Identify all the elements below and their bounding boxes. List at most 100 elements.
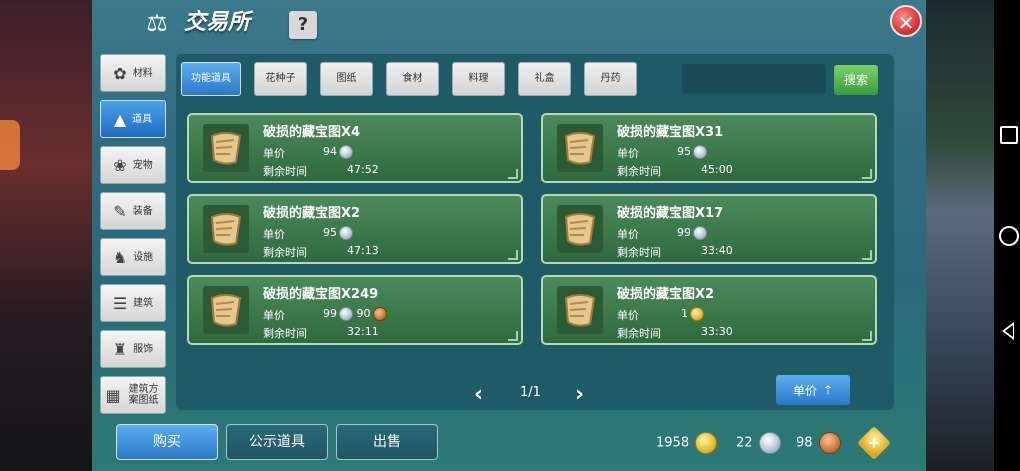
time-label: 剩余时间 [617, 165, 661, 178]
price-label: 单价 [617, 147, 639, 160]
sidebar-item-buildings[interactable]: ☰ 建筑 [100, 284, 166, 322]
blueprint-icon: ▦ [105, 385, 121, 405]
next-page-button[interactable]: › [575, 382, 584, 407]
silver-balance: 22 [736, 432, 781, 454]
expand-corner-icon [508, 331, 518, 341]
time-label: 剩余时间 [617, 327, 661, 340]
item-name: 破损的藏宝图X17 [617, 206, 724, 221]
tool-icon: ▲ [113, 109, 127, 129]
item-name: 破损的藏宝图X2 [617, 287, 715, 302]
sidebar-item-tools[interactable]: ▲ 道具 [100, 100, 166, 138]
price-amount: 90 [356, 307, 371, 320]
price-label: 单价 [617, 228, 639, 241]
price-label: 单价 [263, 228, 285, 241]
listing-card[interactable]: 破损的藏宝图X17 单价 99 剩余时间 33:40 [541, 194, 877, 264]
silver-coin-icon [758, 432, 781, 454]
price-amount: 1 [681, 307, 688, 320]
sidebar-item-label: 设施 [133, 251, 154, 263]
plus-icon: + [867, 433, 881, 452]
tab-ingredients[interactable]: 食材 [386, 62, 439, 96]
sidebar-item-label: 宠物 [132, 159, 153, 171]
item-name: 破损的藏宝图X2 [263, 206, 361, 221]
add-currency-button[interactable]: + [857, 426, 891, 460]
price-value: 95 [323, 226, 353, 240]
tab-functional-items[interactable]: 功能道具 [181, 62, 241, 96]
android-nav-bar [994, 0, 1020, 471]
sidebar-item-materials[interactable]: ✿ 材料 [100, 54, 166, 92]
bronze-amount: 98 [796, 435, 813, 451]
expand-corner-icon [508, 169, 518, 179]
tab-elixirs[interactable]: 丹药 [584, 62, 637, 96]
search-button[interactable]: 搜索 [834, 65, 878, 95]
sidebar-item-label: 道具 [132, 113, 153, 125]
price-label: 单价 [263, 309, 285, 322]
game-background-left [0, 0, 92, 471]
recent-apps-icon[interactable] [1000, 126, 1018, 144]
price-amount: 99 [323, 307, 337, 320]
remaining-time: 33:40 [701, 244, 733, 257]
sidebar-item-blueprints[interactable]: ▦ 建筑方案图纸 [100, 376, 166, 414]
home-icon[interactable] [999, 226, 1019, 246]
sidebar-item-equipment[interactable]: ✎ 装备 [100, 192, 166, 230]
buy-button[interactable]: 购买 [116, 424, 218, 460]
search-input[interactable] [682, 64, 826, 94]
price-value: 94 [323, 145, 353, 159]
remaining-time: 47:52 [347, 163, 379, 176]
showcase-items-button[interactable]: 公示道具 [226, 424, 328, 460]
remaining-time: 33:30 [701, 325, 733, 338]
sort-label: 单价 [792, 383, 817, 398]
building-icon: ☰ [112, 293, 128, 313]
listing-card[interactable]: 破损的藏宝图X249 单价 99 90 剩余时间 32:11 [187, 275, 523, 345]
sort-arrow-icon: ⇡ [822, 383, 834, 397]
silver-coin-icon [339, 145, 353, 159]
price-amount: 94 [323, 145, 337, 158]
sidebar-item-pets[interactable]: ❀ 宠物 [100, 146, 166, 184]
gold-amount: 1958 [656, 435, 690, 451]
sidebar-item-label: 建筑 [133, 297, 154, 309]
sidebar-item-clothing[interactable]: ♜ 服饰 [100, 330, 166, 368]
listing-card[interactable]: 破损的藏宝图X2 单价 95 剩余时间 47:13 [187, 194, 523, 264]
item-name: 破损的藏宝图X31 [617, 125, 724, 140]
sidebar-item-facilities[interactable]: ♞ 设施 [100, 238, 166, 276]
back-icon[interactable] [1002, 322, 1014, 340]
scales-icon: ⚖ [146, 9, 168, 37]
treasure-map-icon [557, 124, 603, 172]
remaining-time: 47:13 [347, 244, 379, 257]
equipment-icon: ✎ [113, 201, 127, 221]
listing-card[interactable]: 破损的藏宝图X31 单价 95 剩余时间 45:00 [541, 113, 877, 183]
remaining-time: 45:00 [701, 163, 733, 176]
silver-coin-icon [693, 226, 707, 240]
treasure-map-icon [203, 205, 249, 253]
gold-coin-icon [690, 307, 704, 321]
bronze-coin-icon [372, 307, 387, 321]
price-value: 1 [681, 307, 704, 321]
silver-amount: 22 [736, 435, 753, 451]
tab-cooking[interactable]: 料理 [452, 62, 505, 96]
bronze-coin-icon [818, 432, 841, 454]
listing-card[interactable]: 破损的藏宝图X2 单价 1 剩余时间 33:30 [541, 275, 877, 345]
expand-corner-icon [862, 331, 872, 341]
listing-card[interactable]: 破损的藏宝图X4 单价 94 剩余时间 47:52 [187, 113, 523, 183]
clothing-icon: ♜ [112, 339, 128, 359]
tab-blueprints[interactable]: 图纸 [320, 62, 373, 96]
treasure-map-icon [557, 286, 603, 334]
hud-button-edge[interactable] [0, 120, 20, 170]
price-label: 单价 [617, 309, 639, 322]
prev-page-button[interactable]: ‹ [474, 382, 483, 407]
treasure-map-icon [557, 205, 603, 253]
game-background-right [926, 0, 994, 471]
sidebar-item-label: 材料 [132, 67, 153, 79]
silver-coin-icon [693, 145, 707, 159]
sell-button[interactable]: 出售 [336, 424, 438, 460]
sort-by-price-button[interactable]: 单价 ⇡ [776, 375, 850, 405]
close-button[interactable]: ✕ [890, 5, 922, 37]
expand-corner-icon [862, 250, 872, 260]
expand-corner-icon [508, 250, 518, 260]
tab-flower-seeds[interactable]: 花种子 [254, 62, 307, 96]
time-label: 剩余时间 [263, 165, 307, 178]
item-name: 破损的藏宝图X4 [263, 125, 361, 140]
materials-icon: ✿ [113, 63, 127, 83]
price-amount: 99 [677, 226, 691, 239]
help-button[interactable]: ? [289, 11, 317, 39]
tab-gift-box[interactable]: 礼盒 [518, 62, 571, 96]
